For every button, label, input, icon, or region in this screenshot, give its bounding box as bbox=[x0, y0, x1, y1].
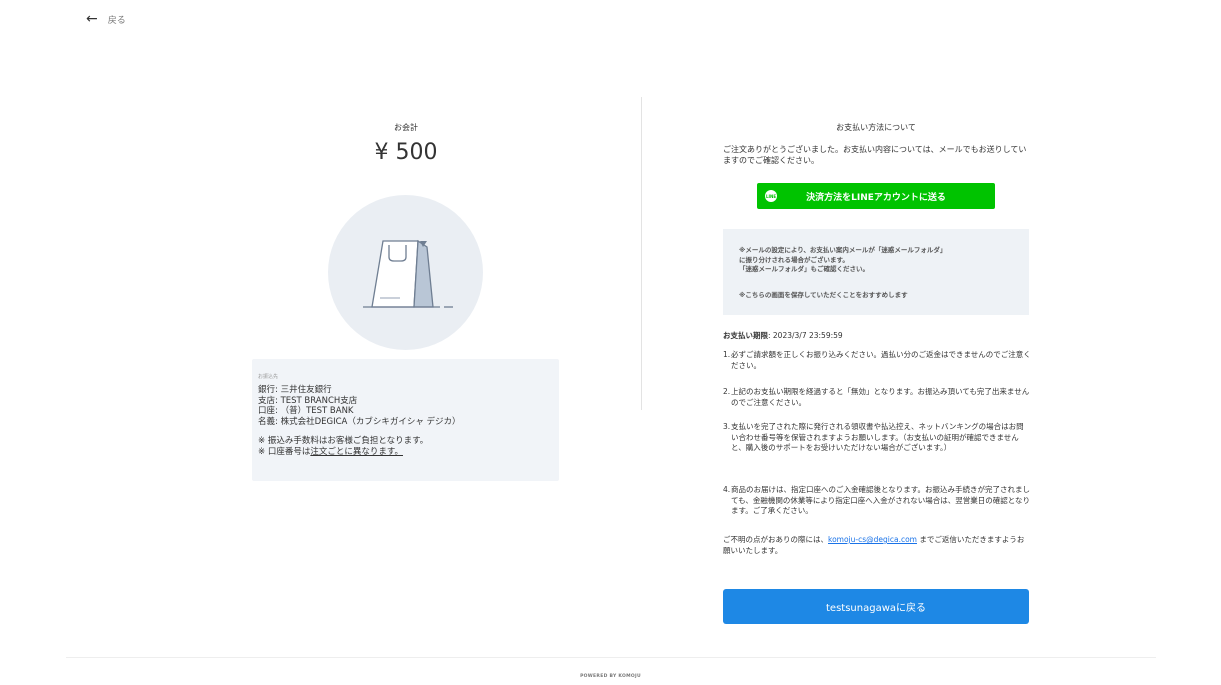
column-divider bbox=[641, 97, 642, 410]
footer-divider bbox=[66, 657, 1156, 658]
fee-note: ※ 振込み手数料はお客様ご負担となります。 bbox=[258, 436, 429, 446]
line-logo-icon: LINE bbox=[765, 190, 777, 202]
total-label: お会計 bbox=[394, 123, 418, 132]
support-email-link[interactable]: komoju-cs@degica.com bbox=[828, 535, 917, 544]
account-number: 口座: （普）TEST BANK bbox=[258, 406, 354, 416]
list-item: 2. 上記のお支払い期限を経過すると「無効」となります。お振込み頂いても完了出来ま… bbox=[723, 387, 1030, 407]
notice-line: ※メールの設定により、お支払い案内メールが「迷惑メールフォルダ」 bbox=[739, 246, 947, 254]
back-link[interactable]: ← 戻る bbox=[86, 12, 126, 26]
account-holder: 名義: 株式会社DEGICA（カブシキガイシャ デジカ） bbox=[258, 416, 461, 427]
arrow-left-icon: ← bbox=[86, 11, 98, 27]
bank-transfer-label: お振込先 bbox=[258, 374, 279, 380]
payment-deadline: お支払い期限: 2023/3/7 23:59:59 bbox=[723, 331, 843, 340]
powered-by-label: POWERED BY KOMOJU bbox=[580, 674, 641, 679]
return-to-merchant-button[interactable]: testsunagawaに戻る bbox=[723, 589, 1029, 624]
list-item: 1. 必ずご請求額を正しくお振り込みください。過払い分のご返金はできませんのでご注… bbox=[723, 350, 1031, 370]
total-amount: ¥ 500 bbox=[374, 140, 438, 165]
contact-info: ご不明の点がおありの際には、komoju-cs@degica.com までご返信… bbox=[723, 535, 1025, 555]
back-label: 戻る bbox=[107, 15, 126, 26]
payment-heading: お支払い方法について bbox=[836, 123, 916, 132]
bank-name: 銀行: 三井住友銀行 bbox=[258, 385, 332, 395]
account-note: ※ 口座番号は注文ごとに異なります。 bbox=[258, 446, 403, 457]
notice-line: 「迷惑メールフォルダ」もご確認ください。 bbox=[739, 265, 869, 273]
thanks-message: ご注文ありがとうございました。お支払い内容については、メールでもお送りしています… bbox=[723, 145, 1027, 165]
send-to-line-label: 決済方法をLINEアカウントに送る bbox=[806, 192, 946, 203]
list-item: 3. 支払いを完了された際に発行される領収書や払込控え、ネットバンキングの場合はお… bbox=[723, 422, 1024, 452]
notice-line: に振り分けされる場合がございます。 bbox=[739, 255, 849, 264]
branch-name: 支店: TEST BRANCH支店 bbox=[258, 395, 358, 406]
save-page-tip: ※こちらの画面を保存していただくことをおすすめします bbox=[739, 291, 908, 299]
email-notice-box: ※メールの設定により、お支払い案内メールが「迷惑メールフォルダ」 に振り分けされ… bbox=[723, 229, 1029, 315]
list-item: 4. 商品のお届けは、指定口座へのご入金確認後となります。お振込み手続きが完了され… bbox=[723, 485, 1031, 515]
shopping-bag-icon bbox=[328, 195, 483, 350]
return-button-label: testsunagawaに戻る bbox=[826, 603, 926, 614]
send-to-line-button[interactable]: LINE 決済方法をLINEアカウントに送る bbox=[757, 183, 995, 209]
bank-transfer-details: お振込先 銀行: 三井住友銀行 支店: TEST BRANCH支店 口座: （普… bbox=[252, 359, 559, 481]
